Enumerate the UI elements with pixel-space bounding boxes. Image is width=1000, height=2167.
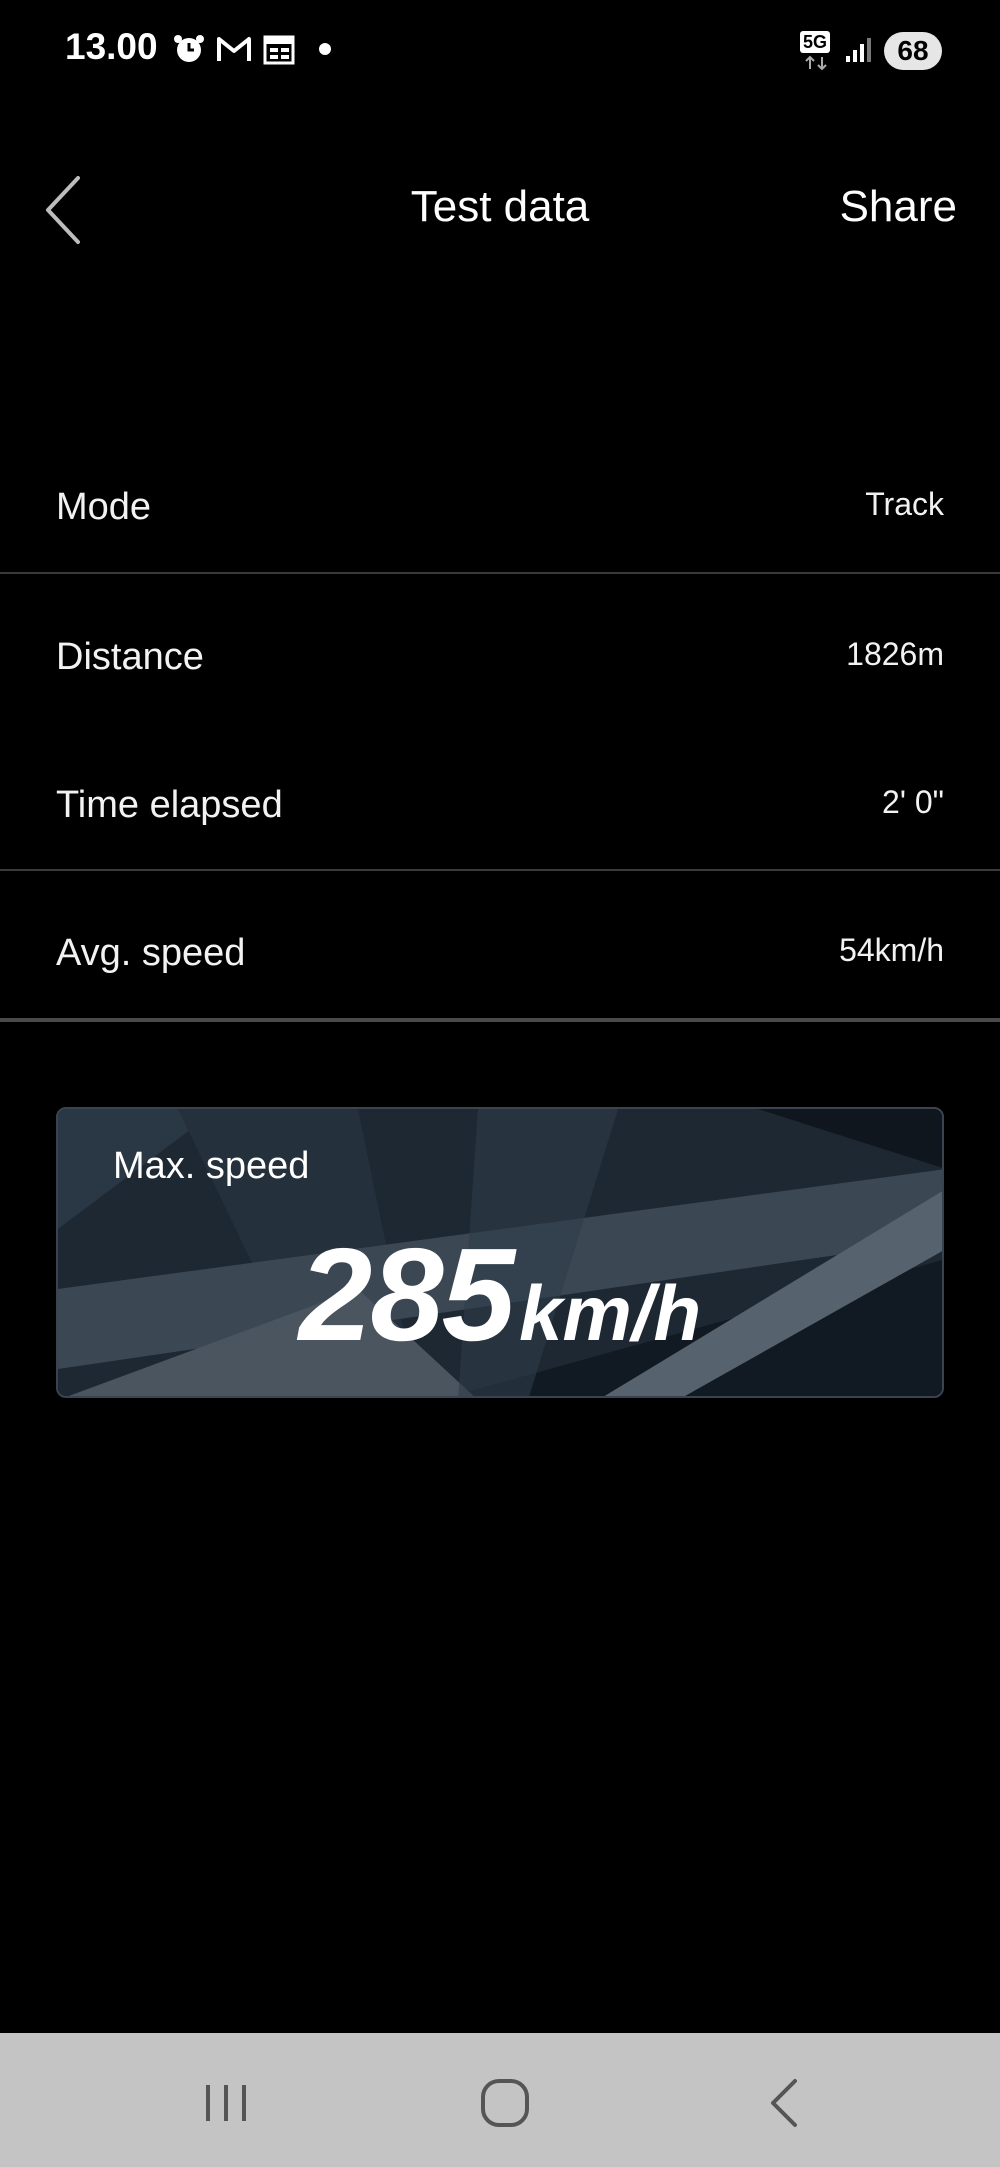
status-time: 13.00 xyxy=(65,26,158,67)
system-icons: 5G 68 xyxy=(800,28,942,74)
recent-apps-button[interactable] xyxy=(196,2073,256,2133)
max-speed-value: 285 xyxy=(298,1221,515,1368)
mode-label: Mode xyxy=(56,486,152,528)
distance-row: Distance 1826m xyxy=(0,610,1000,758)
calendar-icon xyxy=(262,32,296,71)
signal-icon xyxy=(844,34,874,69)
5g-icon: 5G xyxy=(800,31,834,71)
avg-speed-row: Avg. speed 54km/h xyxy=(0,906,1000,1054)
notification-icons xyxy=(172,33,332,69)
recent-apps-icon xyxy=(206,2085,246,2121)
status-bar: 13.00 5G 68 xyxy=(0,0,1000,105)
max-speed-unit: km/h xyxy=(519,1269,702,1357)
max-speed-readout: 285km/h xyxy=(58,1219,942,1370)
max-speed-label: Max. speed xyxy=(113,1145,310,1187)
avg-speed-label: Avg. speed xyxy=(56,932,246,974)
header: Test data Share xyxy=(0,140,1000,270)
divider xyxy=(0,869,1000,871)
navigation-bar xyxy=(0,2033,1000,2167)
avg-speed-value: 54km/h xyxy=(839,932,944,968)
max-speed-card: Max. speed 285km/h xyxy=(56,1107,944,1398)
back-icon xyxy=(771,2079,797,2127)
mode-value: Track xyxy=(865,486,944,522)
mode-row: Mode Track xyxy=(0,460,1000,608)
battery-icon: 68 xyxy=(884,32,942,70)
distance-value: 1826m xyxy=(846,636,944,672)
distance-label: Distance xyxy=(56,636,204,678)
share-button[interactable]: Share xyxy=(840,182,957,232)
home-icon xyxy=(481,2079,529,2127)
time-elapsed-row: Time elapsed 2' 0" xyxy=(0,758,1000,906)
alarm-icon xyxy=(172,32,206,71)
divider xyxy=(0,1018,1000,1022)
divider xyxy=(0,572,1000,574)
time-elapsed-value: 2' 0" xyxy=(882,784,944,820)
time-elapsed-label: Time elapsed xyxy=(56,784,283,826)
gmail-icon xyxy=(216,34,252,69)
system-back-button[interactable] xyxy=(755,2073,815,2133)
dot-icon xyxy=(318,42,332,61)
home-button[interactable] xyxy=(475,2073,535,2133)
